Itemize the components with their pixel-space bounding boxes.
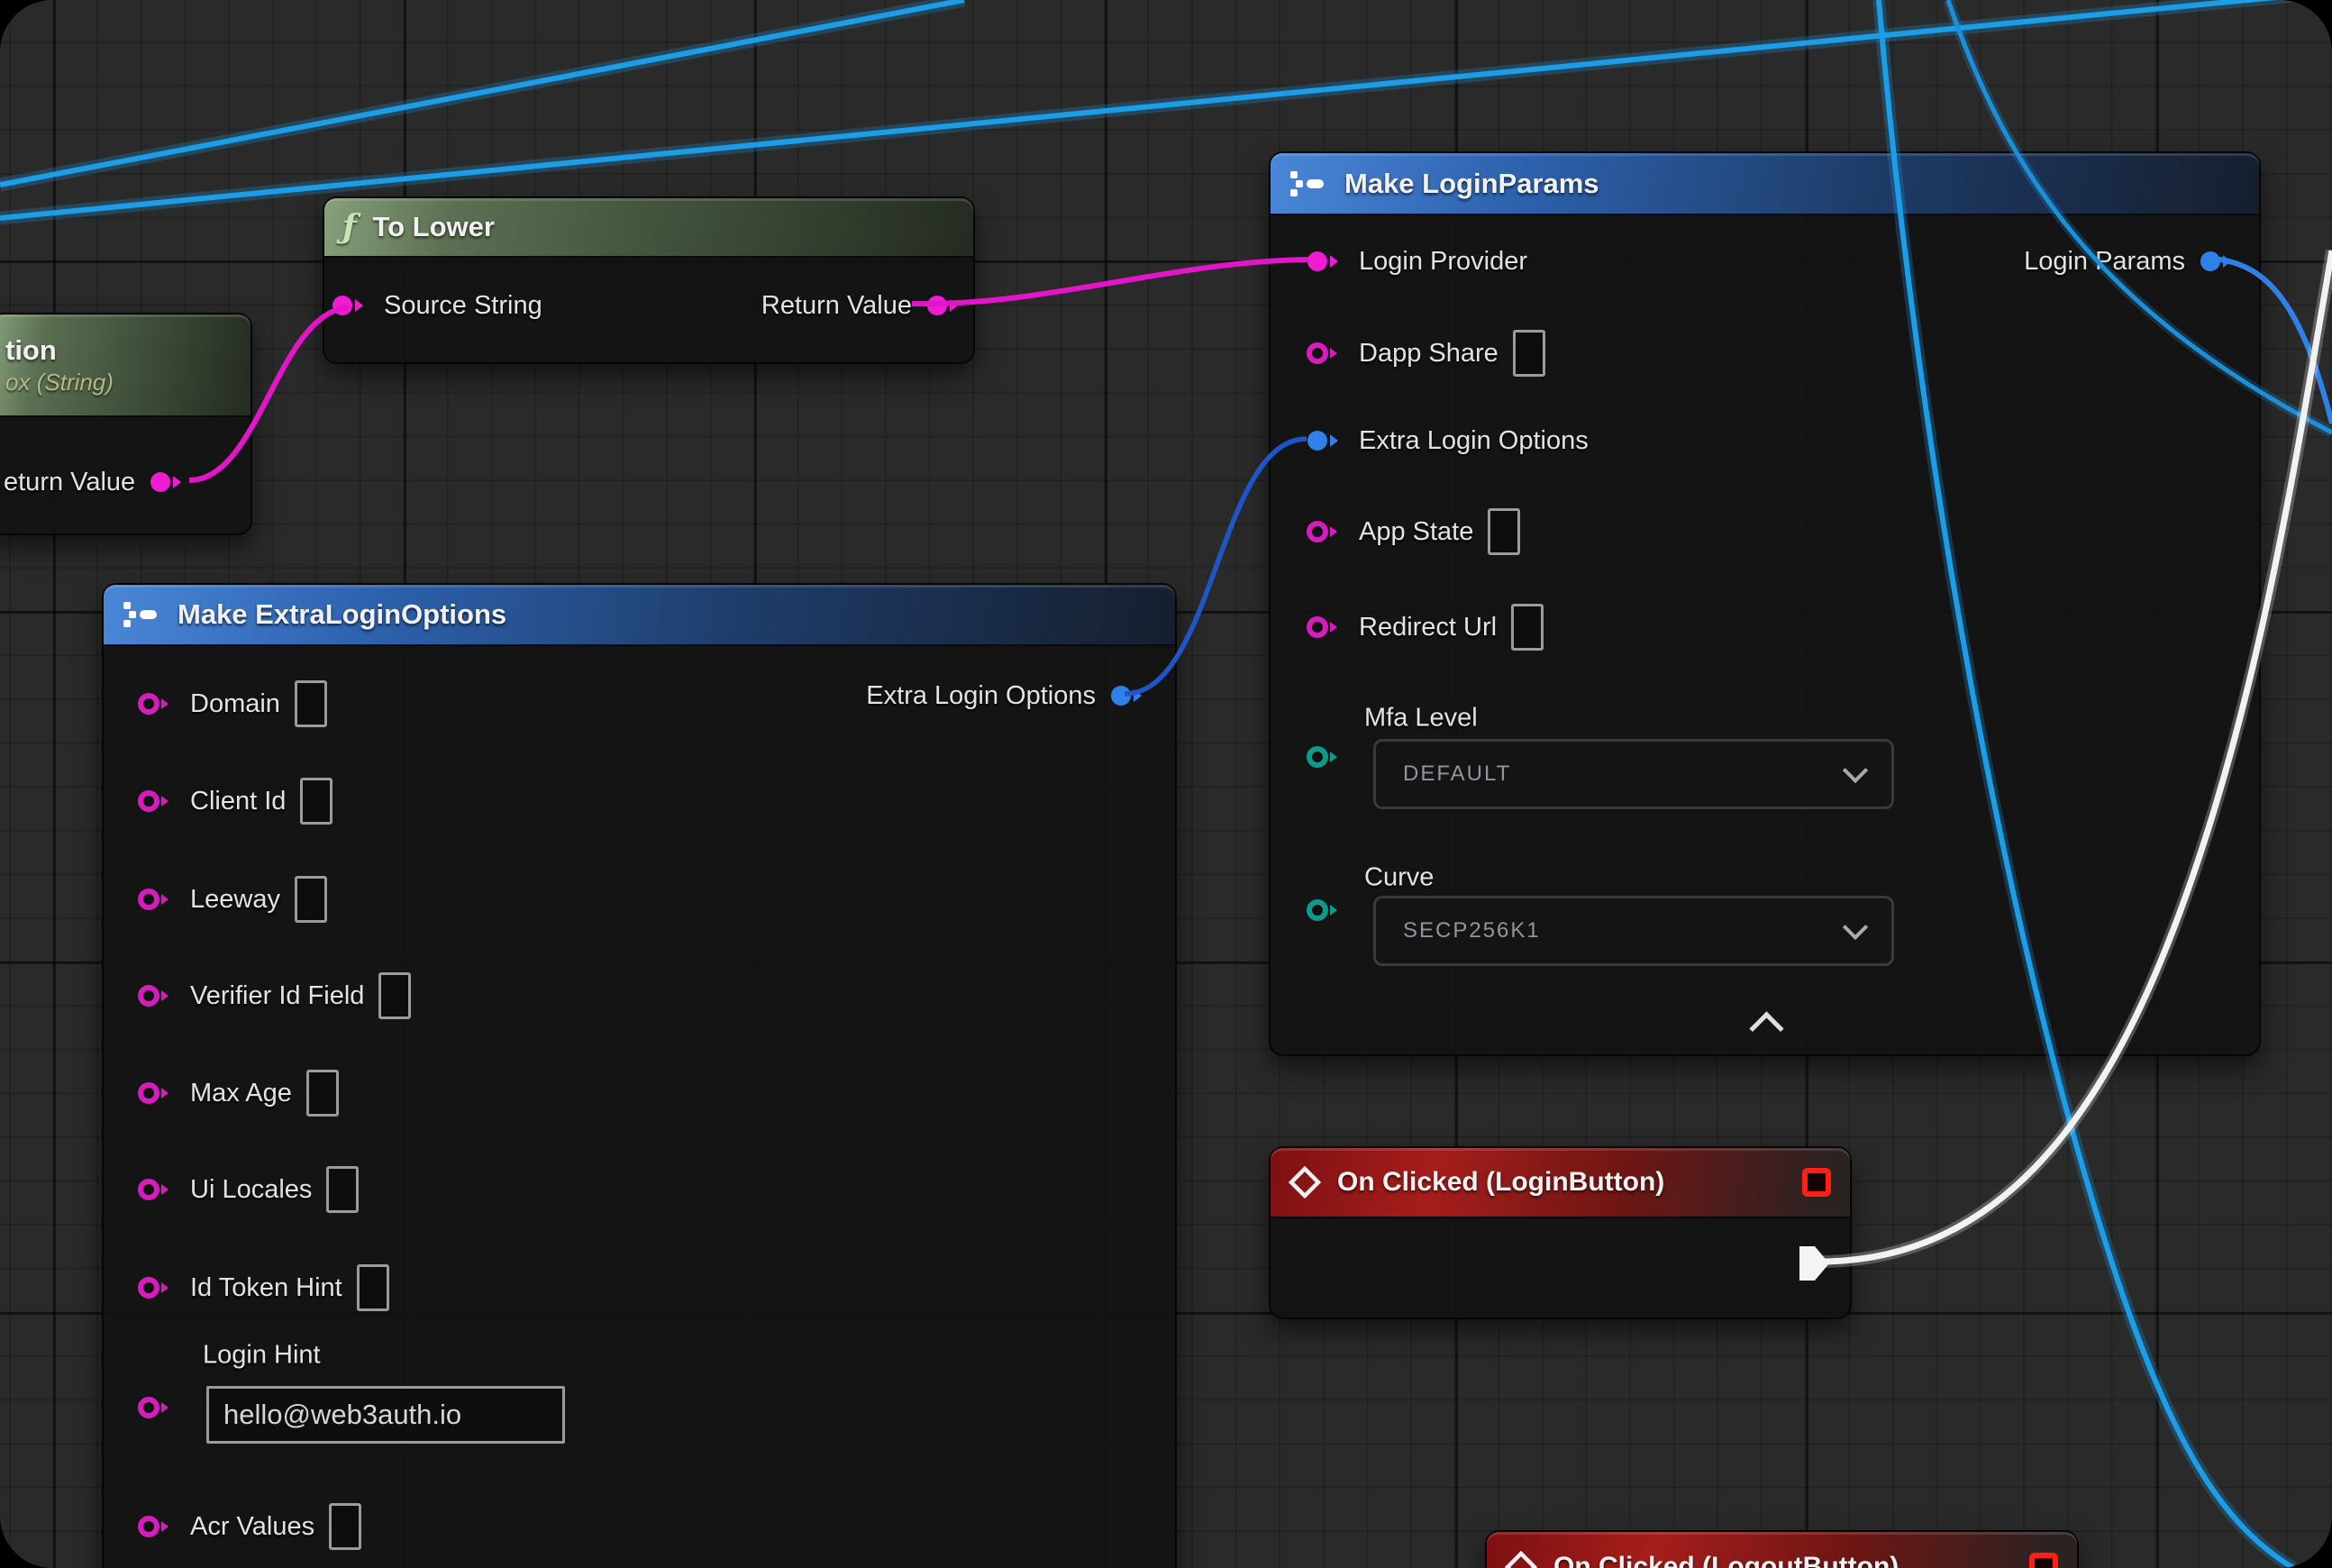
pin-label: Extra Login Options — [866, 681, 1096, 711]
event-diamond-icon — [1505, 1551, 1537, 1568]
curve-label: Curve — [1364, 863, 1434, 893]
node-title: tion — [5, 334, 57, 367]
string-pin-in[interactable] — [136, 1174, 176, 1205]
enum-pin-in[interactable] — [1305, 742, 1344, 772]
string-pin-in[interactable] — [136, 1078, 176, 1108]
chevron-down-icon — [1843, 758, 1868, 783]
pin-label: Login Provider — [1359, 247, 1527, 277]
mfa-level-dropdown[interactable]: DEFAULT — [1373, 739, 1894, 809]
app-state-field[interactable] — [1488, 508, 1520, 555]
exec-pin-out[interactable] — [1794, 1242, 1834, 1285]
string-pin-in[interactable] — [136, 688, 176, 719]
node-partial-green[interactable]: tion ox (String) eturn Value — [0, 313, 252, 535]
node-title: On Clicked (LoginButton) — [1337, 1167, 1664, 1198]
string-pin-in[interactable] — [330, 290, 369, 321]
node-title: Make ExtraLoginOptions — [178, 598, 506, 631]
event-diamond-icon — [1289, 1166, 1321, 1199]
domain-field[interactable] — [295, 680, 327, 727]
pin-label: Client Id — [190, 787, 286, 816]
ui-locales-field[interactable] — [326, 1166, 359, 1213]
curve-value: SECP256K1 — [1403, 918, 1541, 944]
pin-label: Acr Values — [190, 1512, 314, 1542]
pin-label: Leeway — [190, 885, 280, 915]
wire-blue-glow — [0, 0, 964, 185]
make-struct-icon — [122, 601, 161, 628]
leeway-field[interactable] — [295, 876, 327, 923]
string-pin-out[interactable] — [148, 467, 187, 497]
string-pin-in[interactable] — [136, 1392, 176, 1423]
pin-label: Redirect Url — [1359, 613, 1497, 643]
node-on-clicked-login-button[interactable]: On Clicked (LoginButton) — [1269, 1146, 1852, 1319]
struct-pin-in[interactable] — [1305, 425, 1344, 456]
collapse-chevron-icon[interactable] — [1749, 1011, 1783, 1045]
pin-label: Source String — [384, 291, 542, 321]
login-hint-label: Login Hint — [203, 1341, 321, 1371]
pin-label: Domain — [190, 689, 280, 719]
pin-label: App State — [1359, 517, 1473, 547]
verifier-id-field[interactable] — [378, 972, 411, 1019]
dapp-share-field[interactable] — [1513, 330, 1545, 377]
wire-blue-diagonal-1[interactable] — [0, 0, 964, 185]
node-make-extra-login-options[interactable]: Make ExtraLoginOptions Domain Client Id … — [102, 583, 1177, 1568]
struct-pin-out[interactable] — [2198, 246, 2237, 277]
string-pin-in[interactable] — [1305, 612, 1344, 643]
client-id-field[interactable] — [300, 778, 332, 825]
node-subtitle: ox (String) — [5, 369, 114, 397]
max-age-field[interactable] — [306, 1070, 339, 1117]
redirect-url-field[interactable] — [1511, 604, 1544, 651]
pin-label: Dapp Share — [1359, 339, 1498, 369]
curve-dropdown[interactable]: SECP256K1 — [1373, 896, 1894, 966]
node-title: On Clicked (LogoutButton) — [1553, 1552, 1899, 1568]
mfa-level-value: DEFAULT — [1403, 761, 1511, 787]
node-to-lower[interactable]: ƒ To Lower Source String Return Value — [323, 196, 975, 364]
chevron-down-icon — [1843, 915, 1868, 940]
string-pin-in[interactable] — [1305, 246, 1344, 277]
blueprint-canvas[interactable]: tion ox (String) eturn Value ƒ To Lower … — [0, 0, 2332, 1568]
pin-label: Login Params — [2024, 247, 2185, 277]
delegate-pin[interactable] — [1801, 1167, 1832, 1198]
pin-label: Verifier Id Field — [190, 981, 364, 1011]
pin-label: eturn Value — [4, 468, 135, 497]
string-pin-in[interactable] — [1305, 338, 1344, 369]
struct-pin-out[interactable] — [1108, 680, 1148, 711]
pin-label: Ui Locales — [190, 1175, 312, 1205]
login-hint-input[interactable]: hello@web3auth.io — [206, 1386, 565, 1444]
string-pin-out[interactable] — [925, 290, 964, 321]
acr-values-field[interactable] — [329, 1503, 361, 1550]
enum-pin-in[interactable] — [1305, 895, 1344, 925]
login-hint-value: hello@web3auth.io — [223, 1399, 461, 1431]
node-title: Make LoginParams — [1344, 168, 1599, 200]
node-on-clicked-logout-button[interactable]: On Clicked (LogoutButton) — [1485, 1530, 2079, 1568]
id-token-hint-field[interactable] — [357, 1264, 389, 1311]
string-pin-in[interactable] — [1305, 516, 1344, 547]
function-f-icon: ƒ — [342, 208, 357, 246]
node-make-login-params[interactable]: Make LoginParams Login Provider Login Pa… — [1269, 151, 2261, 1056]
string-pin-in[interactable] — [136, 1511, 176, 1542]
node-title: To Lower — [373, 211, 495, 243]
string-pin-in[interactable] — [136, 980, 176, 1011]
string-pin-in[interactable] — [136, 1272, 176, 1303]
pin-label: Id Token Hint — [190, 1273, 342, 1303]
make-struct-icon — [1289, 170, 1328, 197]
string-pin-in[interactable] — [136, 786, 176, 816]
pin-label: Max Age — [190, 1079, 292, 1108]
pin-label: Return Value — [761, 291, 912, 321]
mfa-level-label: Mfa Level — [1364, 704, 1478, 734]
delegate-pin[interactable] — [2028, 1552, 2059, 1568]
pin-label: Extra Login Options — [1359, 426, 1589, 456]
string-pin-in[interactable] — [136, 884, 176, 915]
